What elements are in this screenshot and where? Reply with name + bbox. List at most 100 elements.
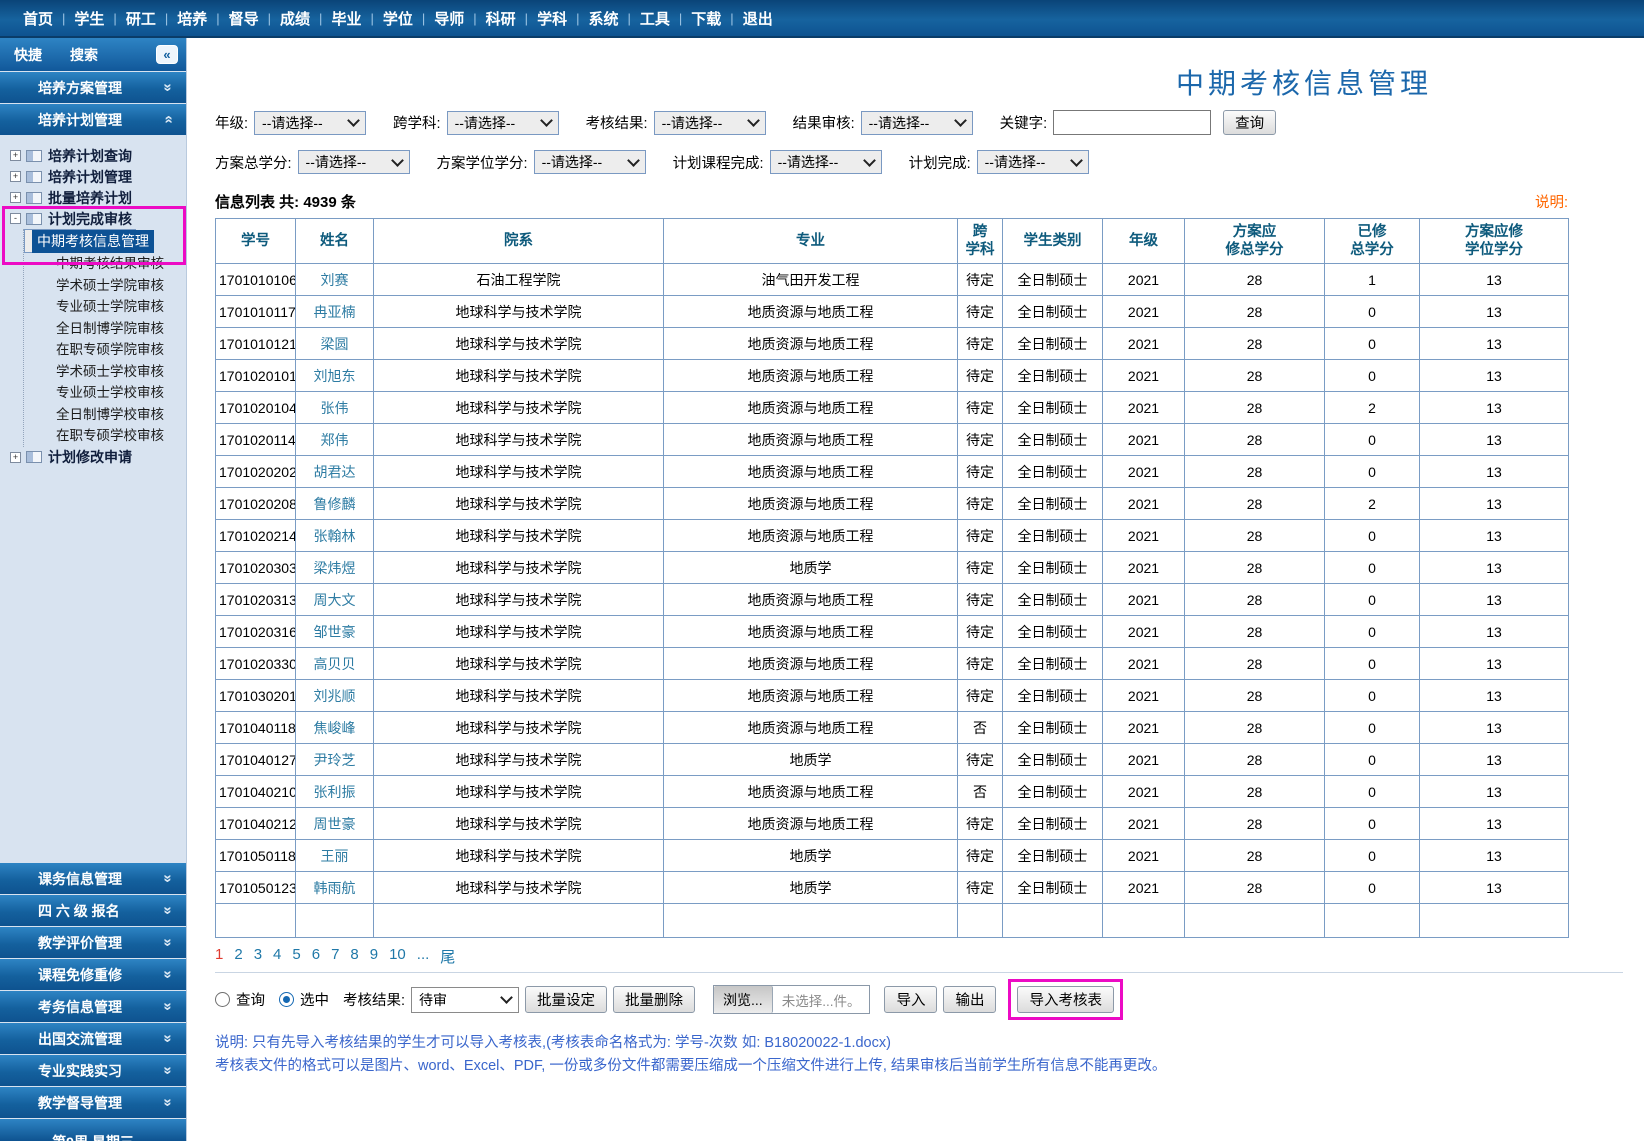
nav-item-10[interactable]: 科研 bbox=[477, 8, 525, 29]
cell-student-name[interactable]: 王丽 bbox=[296, 840, 374, 872]
nav-item-9[interactable]: 导师 bbox=[425, 8, 473, 29]
page-link-3[interactable]: 3 bbox=[254, 946, 262, 967]
import-assessment-table-button[interactable]: 导入考核表 bbox=[1017, 986, 1114, 1013]
batch-delete-button[interactable]: 批量删除 bbox=[613, 986, 695, 1013]
sidebar-section[interactable]: 四 六 级 报名» bbox=[0, 895, 186, 926]
sidebar-collapse-icon[interactable]: « bbox=[156, 45, 178, 64]
sidebar-tab-quick[interactable]: 快捷 bbox=[14, 45, 42, 65]
cell-student-name[interactable]: 梁圆 bbox=[296, 328, 374, 360]
page-link-8[interactable]: 8 bbox=[350, 946, 358, 967]
import-button[interactable]: 导入 bbox=[884, 986, 937, 1013]
tree-leaf[interactable]: 在职专硕学院审核 bbox=[24, 339, 186, 361]
nav-item-2[interactable]: 学生 bbox=[65, 8, 113, 29]
note-link-right[interactable]: 说明: bbox=[1535, 191, 1568, 212]
cell-student-name[interactable]: 刘旭东 bbox=[296, 360, 374, 392]
cell-student-name[interactable]: 刘兆顺 bbox=[296, 680, 374, 712]
search-button[interactable]: 查询 bbox=[1223, 110, 1276, 135]
page-link-4[interactable]: 4 bbox=[273, 946, 281, 967]
cell-student-name[interactable]: 韩雨航 bbox=[296, 872, 374, 904]
page-link-last[interactable]: 尾 bbox=[440, 946, 455, 967]
nav-item-5[interactable]: 督导 bbox=[220, 8, 268, 29]
sidebar-section[interactable]: 教学评价管理» bbox=[0, 927, 186, 958]
nav-item-6[interactable]: 成绩 bbox=[271, 8, 319, 29]
tree-expand-icon[interactable]: + bbox=[10, 150, 21, 161]
cell-student-name[interactable]: 张伟 bbox=[296, 392, 374, 424]
tree-leaf[interactable]: 中期考核结果审核 bbox=[24, 253, 186, 275]
nav-item-4[interactable]: 培养 bbox=[168, 8, 216, 29]
tree-leaf[interactable]: 学术硕士学院审核 bbox=[24, 275, 186, 297]
tree-expand-icon[interactable]: + bbox=[10, 192, 21, 203]
tree-leaf[interactable]: 学术硕士学校审核 bbox=[24, 361, 186, 383]
tree-expand-icon[interactable]: + bbox=[10, 452, 21, 463]
filter-select[interactable]: --请选择-- bbox=[447, 111, 559, 135]
sidebar-section[interactable]: 专业实践实习» bbox=[0, 1055, 186, 1086]
filter-select[interactable]: --请选择-- bbox=[254, 111, 366, 135]
cell-student-name[interactable]: 胡君达 bbox=[296, 456, 374, 488]
nav-item-14[interactable]: 下载 bbox=[682, 8, 730, 29]
nav-item-1[interactable]: 首页 bbox=[14, 8, 62, 29]
page-link-9[interactable]: 9 bbox=[370, 946, 378, 967]
filter-select[interactable]: --请选择-- bbox=[534, 150, 646, 174]
sidebar-section[interactable]: 教学督导管理» bbox=[0, 1087, 186, 1118]
result-select[interactable]: 待审 bbox=[411, 987, 519, 1013]
radio-selected[interactable] bbox=[279, 992, 294, 1007]
cell-student-name[interactable]: 冉亚楠 bbox=[296, 296, 374, 328]
nav-item-3[interactable]: 研工 bbox=[117, 8, 165, 29]
cell-student-name[interactable]: 邹世豪 bbox=[296, 616, 374, 648]
tree-expand-icon[interactable]: + bbox=[10, 171, 21, 182]
page-link-2[interactable]: 2 bbox=[234, 946, 242, 967]
cell-student-name[interactable]: 尹玲芝 bbox=[296, 744, 374, 776]
sidebar-section[interactable]: 培养方案管理» bbox=[0, 72, 186, 103]
page-link-5[interactable]: 5 bbox=[292, 946, 300, 967]
cell-student-name[interactable]: 郑伟 bbox=[296, 424, 374, 456]
page-link-7[interactable]: 7 bbox=[331, 946, 339, 967]
sidebar-section[interactable]: 课程免修重修» bbox=[0, 959, 186, 990]
filter-select[interactable]: --请选择-- bbox=[654, 111, 766, 135]
cell-student-name[interactable]: 刘赛 bbox=[296, 264, 374, 296]
tree-leaf[interactable]: 专业硕士学校审核 bbox=[24, 382, 186, 404]
tree-leaf[interactable]: 全日制博学院审核 bbox=[24, 318, 186, 340]
page-link-6[interactable]: 6 bbox=[312, 946, 320, 967]
filter-select[interactable]: --请选择-- bbox=[298, 150, 410, 174]
keyword-input[interactable] bbox=[1053, 110, 1211, 135]
cell-student-name[interactable]: 鲁修麟 bbox=[296, 488, 374, 520]
tree-node[interactable]: +计划修改申请 bbox=[0, 447, 186, 468]
nav-item-12[interactable]: 系统 bbox=[579, 8, 627, 29]
tree-leaf[interactable]: 在职专硕学校审核 bbox=[24, 425, 186, 447]
sidebar-section[interactable]: 出国交流管理» bbox=[0, 1023, 186, 1054]
tree-collapse-icon[interactable]: - bbox=[10, 213, 21, 224]
sidebar-section[interactable]: 培养计划管理» bbox=[0, 104, 186, 135]
nav-item-13[interactable]: 工具 bbox=[631, 8, 679, 29]
nav-item-7[interactable]: 毕业 bbox=[322, 8, 370, 29]
filter-select[interactable]: --请选择-- bbox=[861, 111, 973, 135]
cell-student-name[interactable]: 周世豪 bbox=[296, 808, 374, 840]
file-input[interactable]: 浏览... 未选择...件。 bbox=[713, 985, 870, 1014]
tree-node[interactable]: -计划完成审核 bbox=[0, 208, 186, 229]
cell-student-name[interactable]: 周大文 bbox=[296, 584, 374, 616]
tree-leaf[interactable]: 中期考核信息管理 bbox=[24, 229, 136, 253]
tree-node[interactable]: +培养计划管理 bbox=[0, 166, 186, 187]
sidebar-section[interactable]: 课务信息管理» bbox=[0, 863, 186, 894]
sidebar-tab-search[interactable]: 搜索 bbox=[70, 45, 98, 65]
page-link-10[interactable]: 10 bbox=[389, 946, 406, 967]
cell-student-name[interactable]: 张利振 bbox=[296, 776, 374, 808]
sidebar-section[interactable]: 考务信息管理» bbox=[0, 991, 186, 1022]
page-link-1[interactable]: 1 bbox=[215, 946, 223, 967]
tree-node[interactable]: +培养计划查询 bbox=[0, 145, 186, 166]
tree-leaf[interactable]: 全日制博学校审核 bbox=[24, 404, 186, 426]
cell-student-name[interactable]: 高贝贝 bbox=[296, 648, 374, 680]
tree-leaf[interactable]: 专业硕士学院审核 bbox=[24, 296, 186, 318]
batch-set-button[interactable]: 批量设定 bbox=[525, 986, 607, 1013]
cell-student-name[interactable]: 梁炜煜 bbox=[296, 552, 374, 584]
export-button[interactable]: 输出 bbox=[943, 986, 996, 1013]
nav-item-8[interactable]: 学位 bbox=[374, 8, 422, 29]
nav-item-11[interactable]: 学科 bbox=[528, 8, 576, 29]
cell-student-name[interactable]: 张翰林 bbox=[296, 520, 374, 552]
nav-item-15[interactable]: 退出 bbox=[734, 8, 782, 29]
cell-student-name[interactable]: 焦峻峰 bbox=[296, 712, 374, 744]
radio-query[interactable] bbox=[215, 992, 230, 1007]
browse-button[interactable]: 浏览... bbox=[714, 986, 773, 1013]
tree-node[interactable]: +批量培养计划 bbox=[0, 187, 186, 208]
filter-select[interactable]: --请选择-- bbox=[770, 150, 882, 174]
filter-select[interactable]: --请选择-- bbox=[977, 150, 1089, 174]
